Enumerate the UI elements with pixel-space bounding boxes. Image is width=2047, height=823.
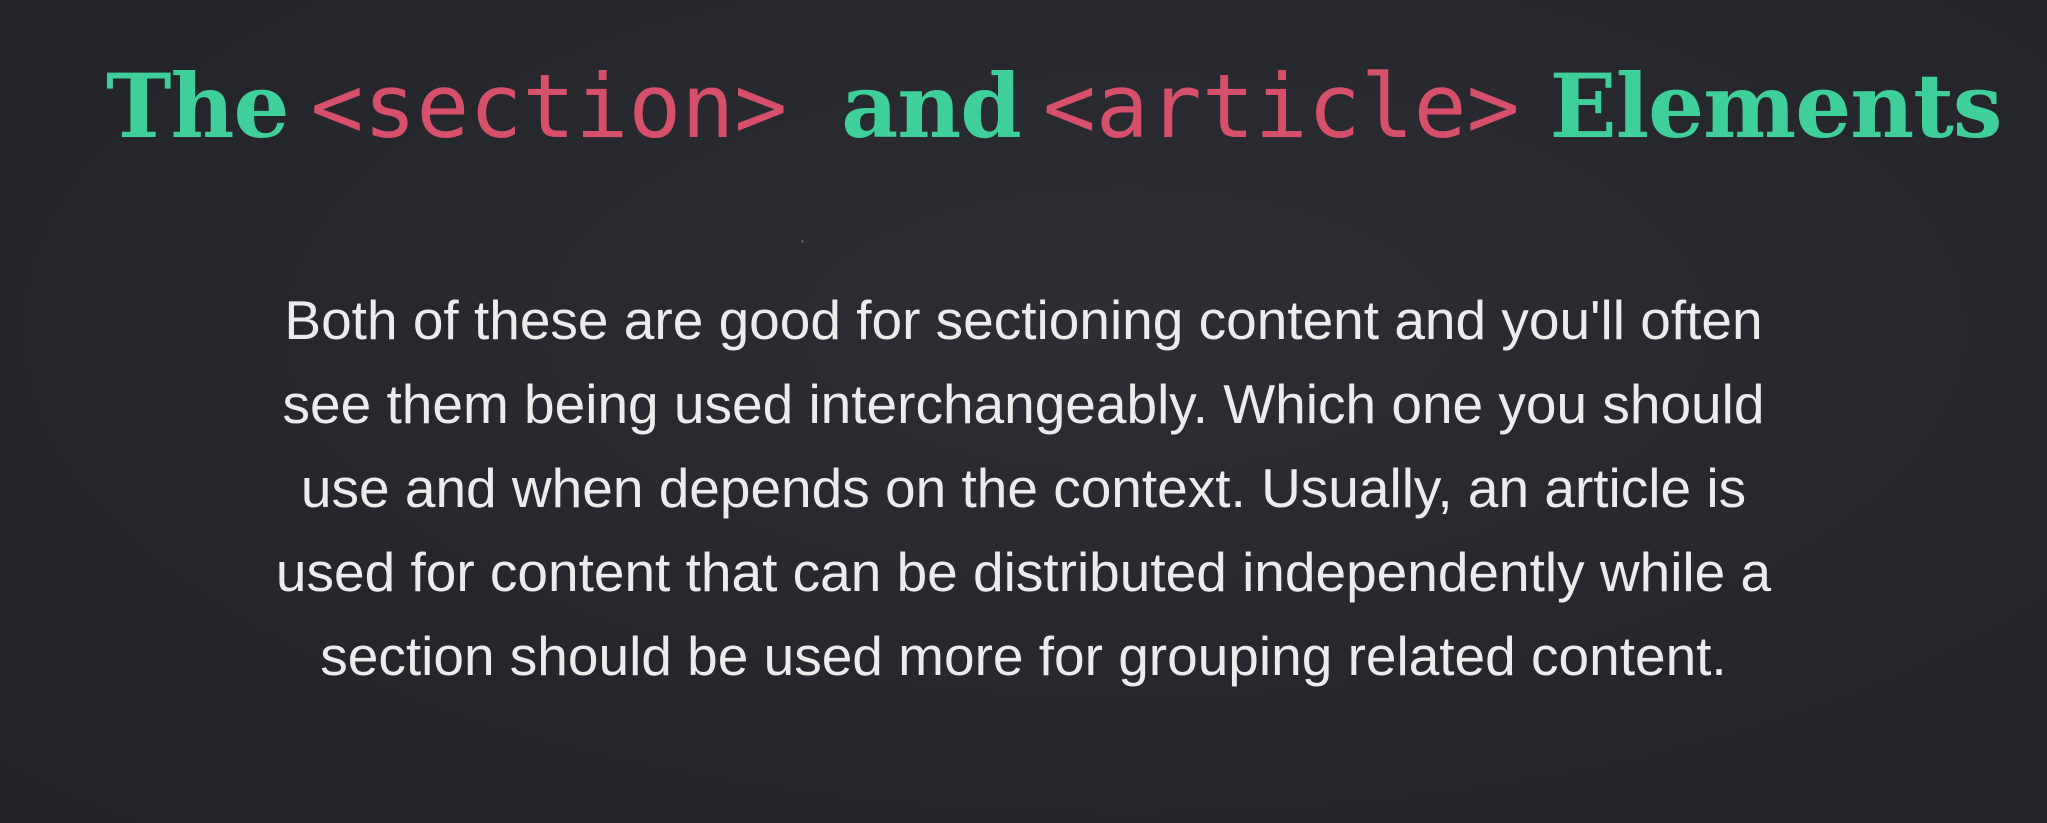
title-word-elements: Elements [1549,54,2003,158]
body-line: see them being used interchangeably. Whi… [282,373,1765,435]
body-line: use and when depends on the context. Usu… [300,457,1747,519]
title-tag-article: <article> [1042,55,1520,158]
body-line: Both of these are good for sectioning co… [284,289,1763,351]
title-tag-section: <section> [310,55,788,158]
body-paragraph: Both of these are good for sectioning co… [150,278,1897,698]
title-word-and: and [841,54,1022,158]
body-line: used for content that can be distributed… [275,541,1772,603]
slide-title: The <section> and <article> Elements [106,62,2002,153]
title-word-the: The [106,54,289,158]
body-line: section should be used more for grouping… [320,625,1727,687]
slide: The <section> and <article> Elements Both of… [0,0,2047,823]
decorative-dot [801,240,804,243]
